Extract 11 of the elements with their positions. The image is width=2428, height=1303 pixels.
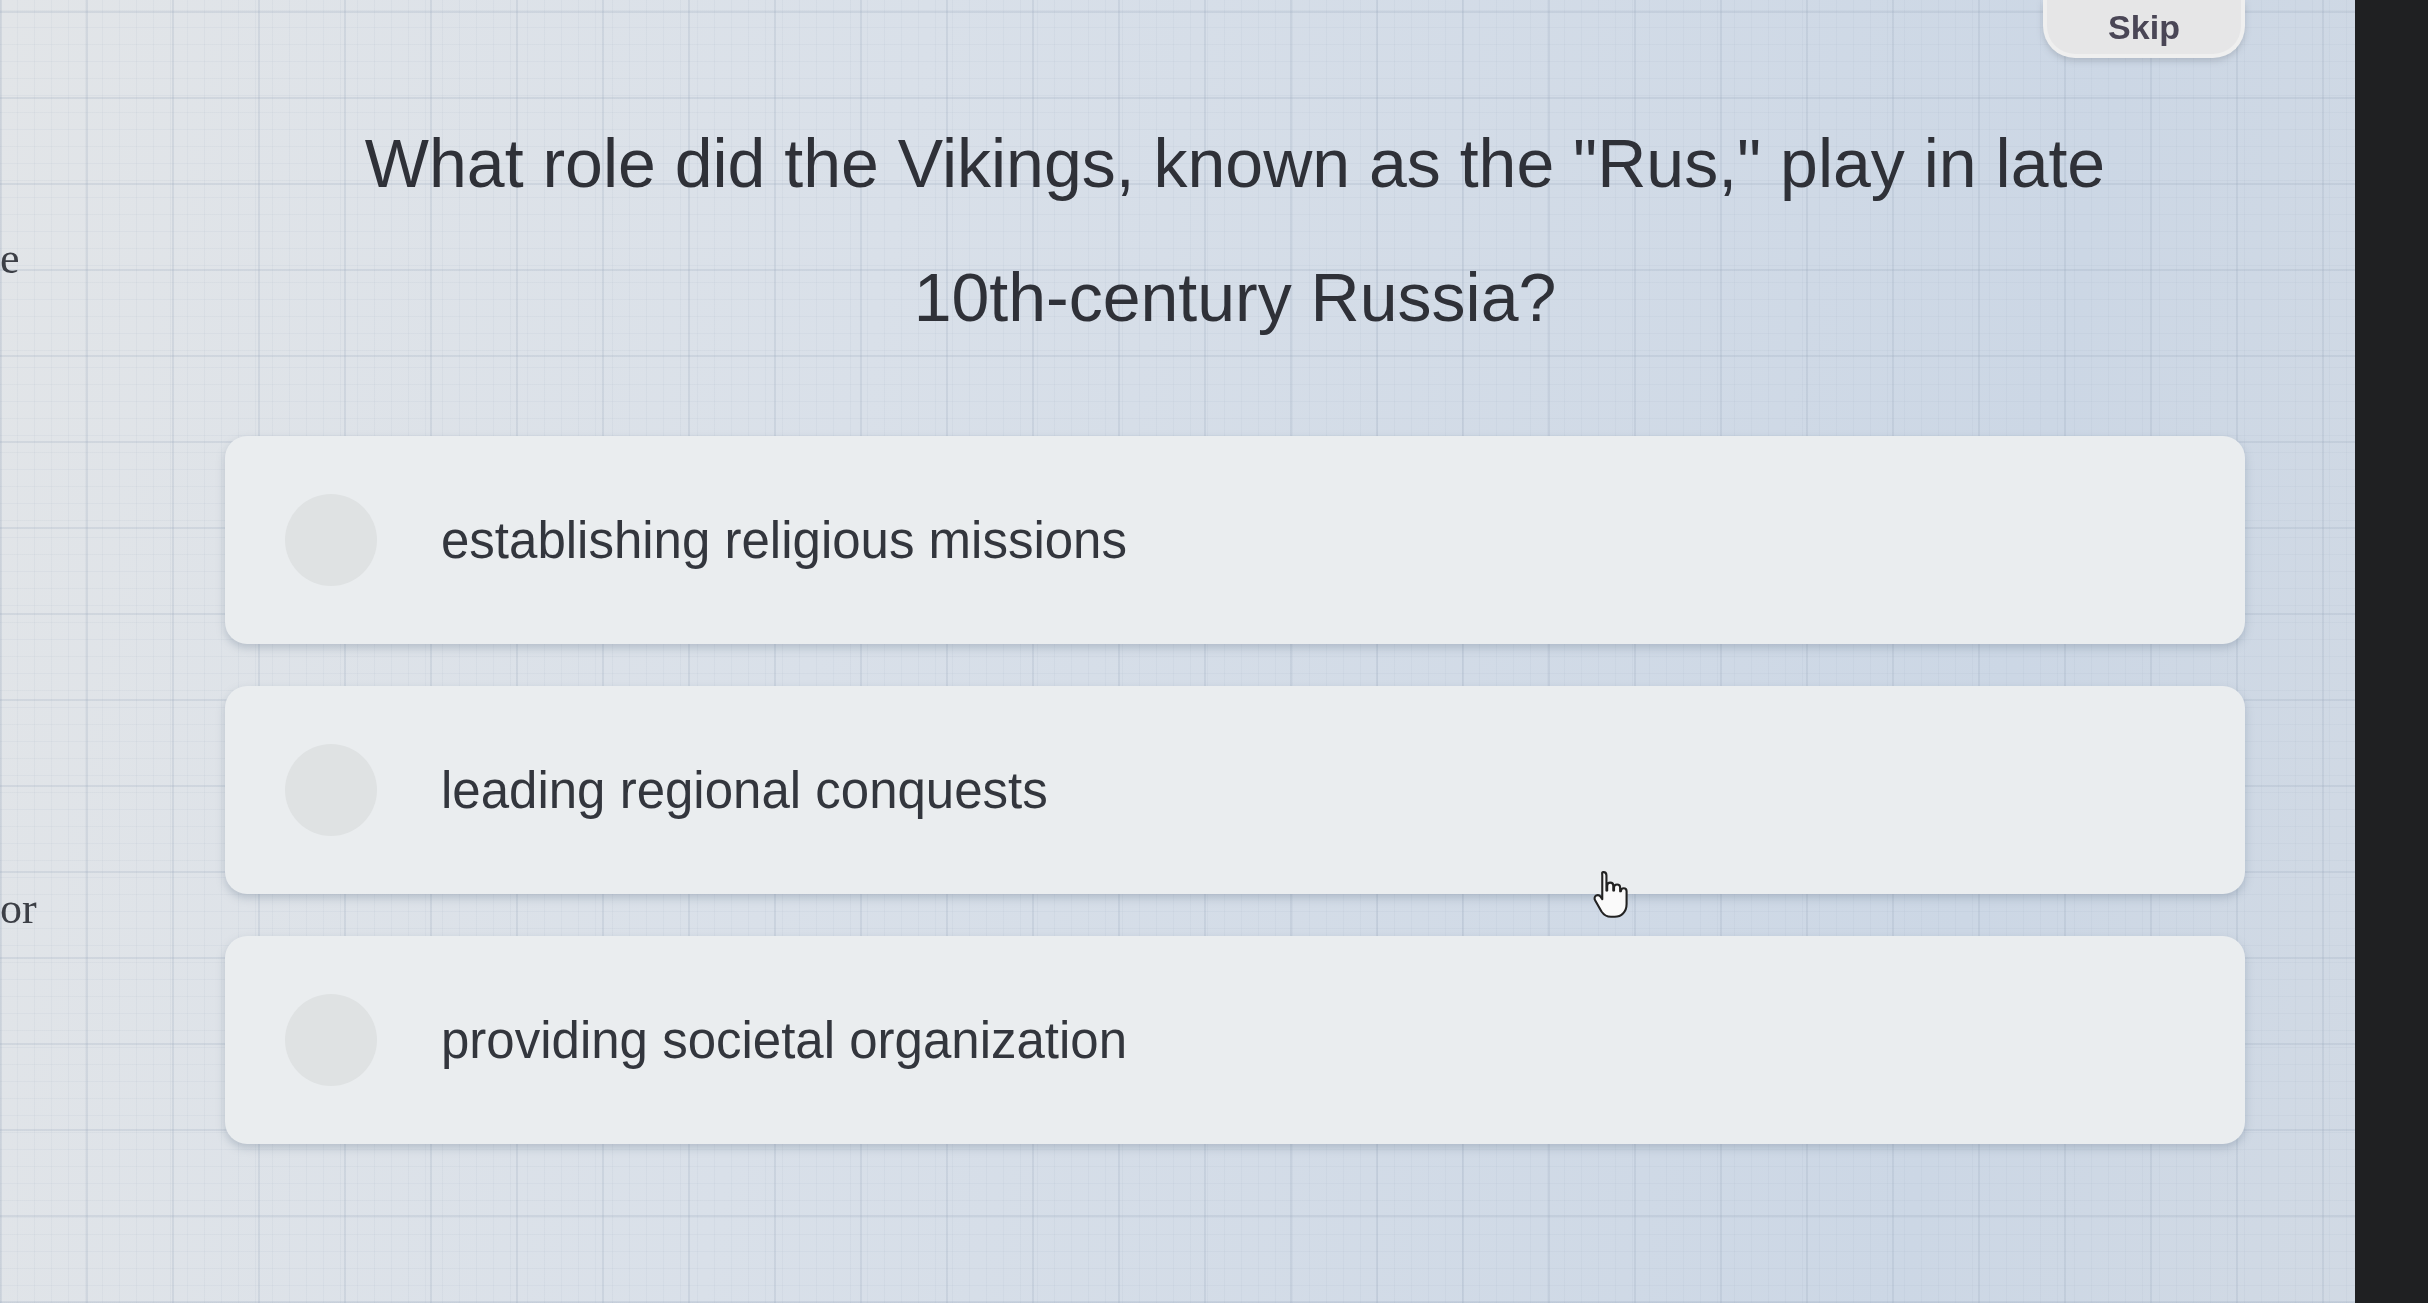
option-text: establishing religious missions (441, 510, 1127, 570)
skip-button[interactable]: Skip (2043, 0, 2245, 58)
cut-off-text: or (0, 887, 37, 931)
answer-option[interactable]: providing societal organization (225, 936, 2245, 1144)
option-text: providing societal organization (441, 1010, 1128, 1070)
answer-option[interactable]: leading regional conquests (225, 686, 2245, 894)
question-text: What role did the Vikings, known as the "Rus," play in late 10th-century Russia? (363, 124, 2107, 337)
option-text: leading regional conquests (441, 760, 1048, 820)
answer-option[interactable]: establishing religious missions (225, 436, 2245, 644)
cut-off-text: e (0, 237, 20, 281)
hand-cursor-icon (1592, 868, 1630, 920)
